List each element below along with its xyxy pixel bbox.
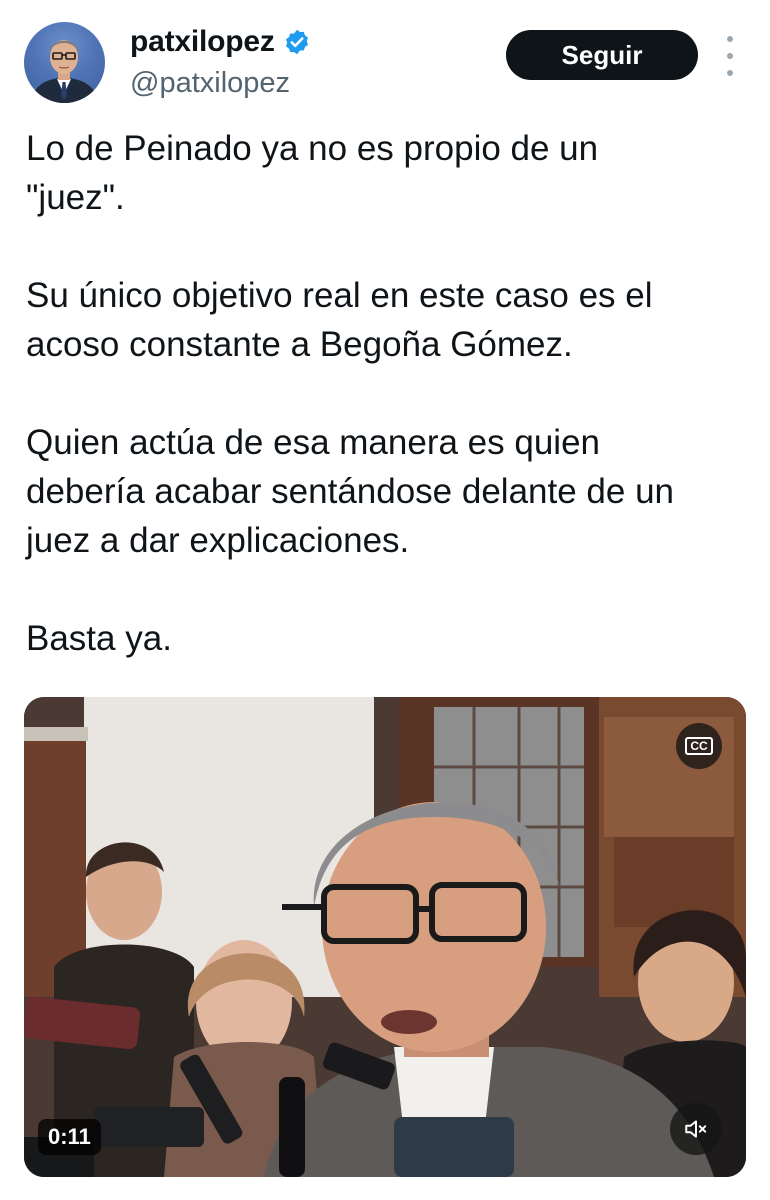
video-duration: 0:11 bbox=[38, 1119, 101, 1155]
display-name[interactable]: patxilopez bbox=[130, 24, 275, 60]
tweet-paragraph: Basta ya. bbox=[26, 619, 172, 658]
video-frame bbox=[24, 697, 746, 1177]
more-vertical-icon[interactable] bbox=[718, 36, 742, 76]
author-names: patxilopez @patxilopez bbox=[130, 24, 311, 102]
tweet-paragraph: Lo de Peinado ya no es propio de un "jue… bbox=[26, 129, 599, 217]
speaker-muted-icon[interactable] bbox=[670, 1103, 722, 1155]
tweet-text: Lo de Peinado ya no es propio de un "jue… bbox=[26, 124, 746, 663]
cc-label: CC bbox=[685, 737, 713, 755]
avatar[interactable] bbox=[24, 22, 105, 103]
verified-badge-icon bbox=[283, 28, 311, 56]
display-name-row: patxilopez bbox=[130, 24, 311, 60]
dot bbox=[727, 70, 733, 76]
cc-icon[interactable]: CC bbox=[676, 723, 722, 769]
author-handle[interactable]: @patxilopez bbox=[130, 64, 311, 102]
dot bbox=[727, 36, 733, 42]
tweet-paragraph: Su único objetivo real en este caso es e… bbox=[26, 276, 653, 364]
dot bbox=[727, 53, 733, 59]
tweet-header: patxilopez @patxilopez Seguir bbox=[0, 0, 770, 110]
follow-button[interactable]: Seguir bbox=[506, 30, 698, 80]
tweet-paragraph: Quien actúa de esa manera es quien deber… bbox=[26, 423, 675, 560]
video-player[interactable]: CC 0:11 bbox=[24, 697, 746, 1177]
profile-photo bbox=[30, 40, 99, 103]
